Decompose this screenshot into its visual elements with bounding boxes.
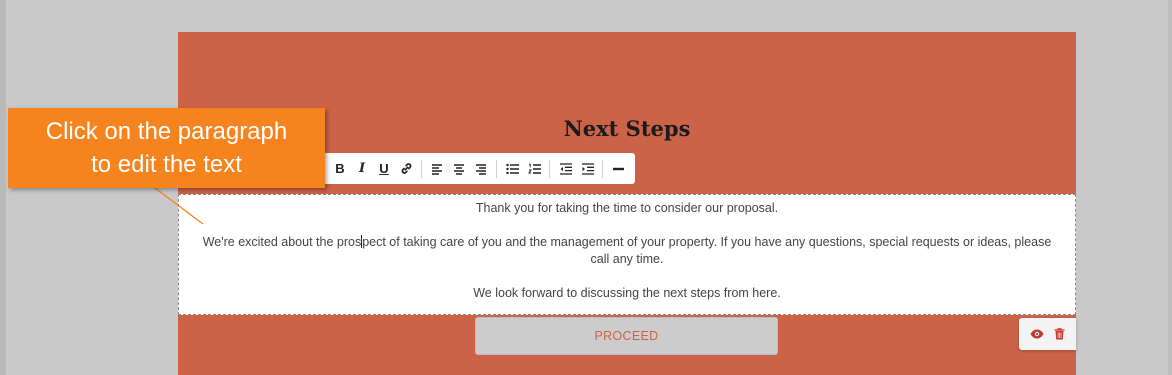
- indent-button[interactable]: [576, 158, 598, 180]
- paragraph-1[interactable]: Thank you for taking the time to conside…: [179, 200, 1075, 217]
- link-button[interactable]: [395, 158, 417, 180]
- align-center-button[interactable]: [448, 158, 470, 180]
- align-left-button[interactable]: [426, 158, 448, 180]
- bullet-list-icon: [505, 163, 519, 174]
- underline-button[interactable]: U: [373, 158, 395, 180]
- right-edge-shade: [1168, 0, 1172, 375]
- eye-icon[interactable]: [1030, 329, 1044, 339]
- align-center-icon: [454, 163, 464, 175]
- toolbar-divider: [496, 159, 497, 178]
- align-right-icon: [476, 163, 486, 175]
- italic-button[interactable]: I: [351, 158, 373, 180]
- paragraph-editor[interactable]: Thank you for taking the time to conside…: [178, 194, 1076, 315]
- horizontal-rule-icon: [612, 167, 624, 170]
- proposal-section-canvas: Next Steps B I U Thank you for taking th…: [178, 32, 1076, 375]
- numbered-list-icon: [527, 163, 541, 174]
- paragraph-2[interactable]: We're excited about the prospect of taki…: [199, 234, 1055, 268]
- indent-icon: [581, 162, 594, 175]
- link-icon: [401, 163, 411, 174]
- outdent-button[interactable]: [554, 158, 576, 180]
- paragraph-2-text-after-caret: pect of taking care of you and the manag…: [362, 235, 1052, 266]
- bullet-list-button[interactable]: [501, 158, 523, 180]
- toolbar-divider: [421, 159, 422, 178]
- proceed-button[interactable]: PROCEED: [475, 317, 778, 355]
- block-actions-panel: [1019, 318, 1076, 350]
- align-left-icon: [432, 163, 442, 175]
- toolbar-divider: [602, 159, 603, 178]
- paragraph-2-text-before-caret: We're excited about the pros: [202, 235, 362, 249]
- outdent-icon: [559, 162, 572, 175]
- left-edge-shade: [0, 0, 6, 375]
- callout-line-1: Click on the paragraph: [45, 118, 288, 145]
- numbered-list-button[interactable]: [523, 158, 545, 180]
- toolbar-divider: [549, 159, 550, 178]
- callout-line-2: to edit the text: [91, 151, 242, 178]
- align-right-button[interactable]: [470, 158, 492, 180]
- horizontal-rule-button[interactable]: [607, 158, 629, 180]
- trash-icon[interactable]: [1054, 328, 1065, 340]
- tutorial-callout: Click on the paragraph to edit the text: [8, 108, 325, 188]
- paragraph-3[interactable]: We look forward to discussing the next s…: [179, 285, 1075, 302]
- text-format-toolbar: B I U: [323, 153, 635, 184]
- bold-button[interactable]: B: [329, 158, 351, 180]
